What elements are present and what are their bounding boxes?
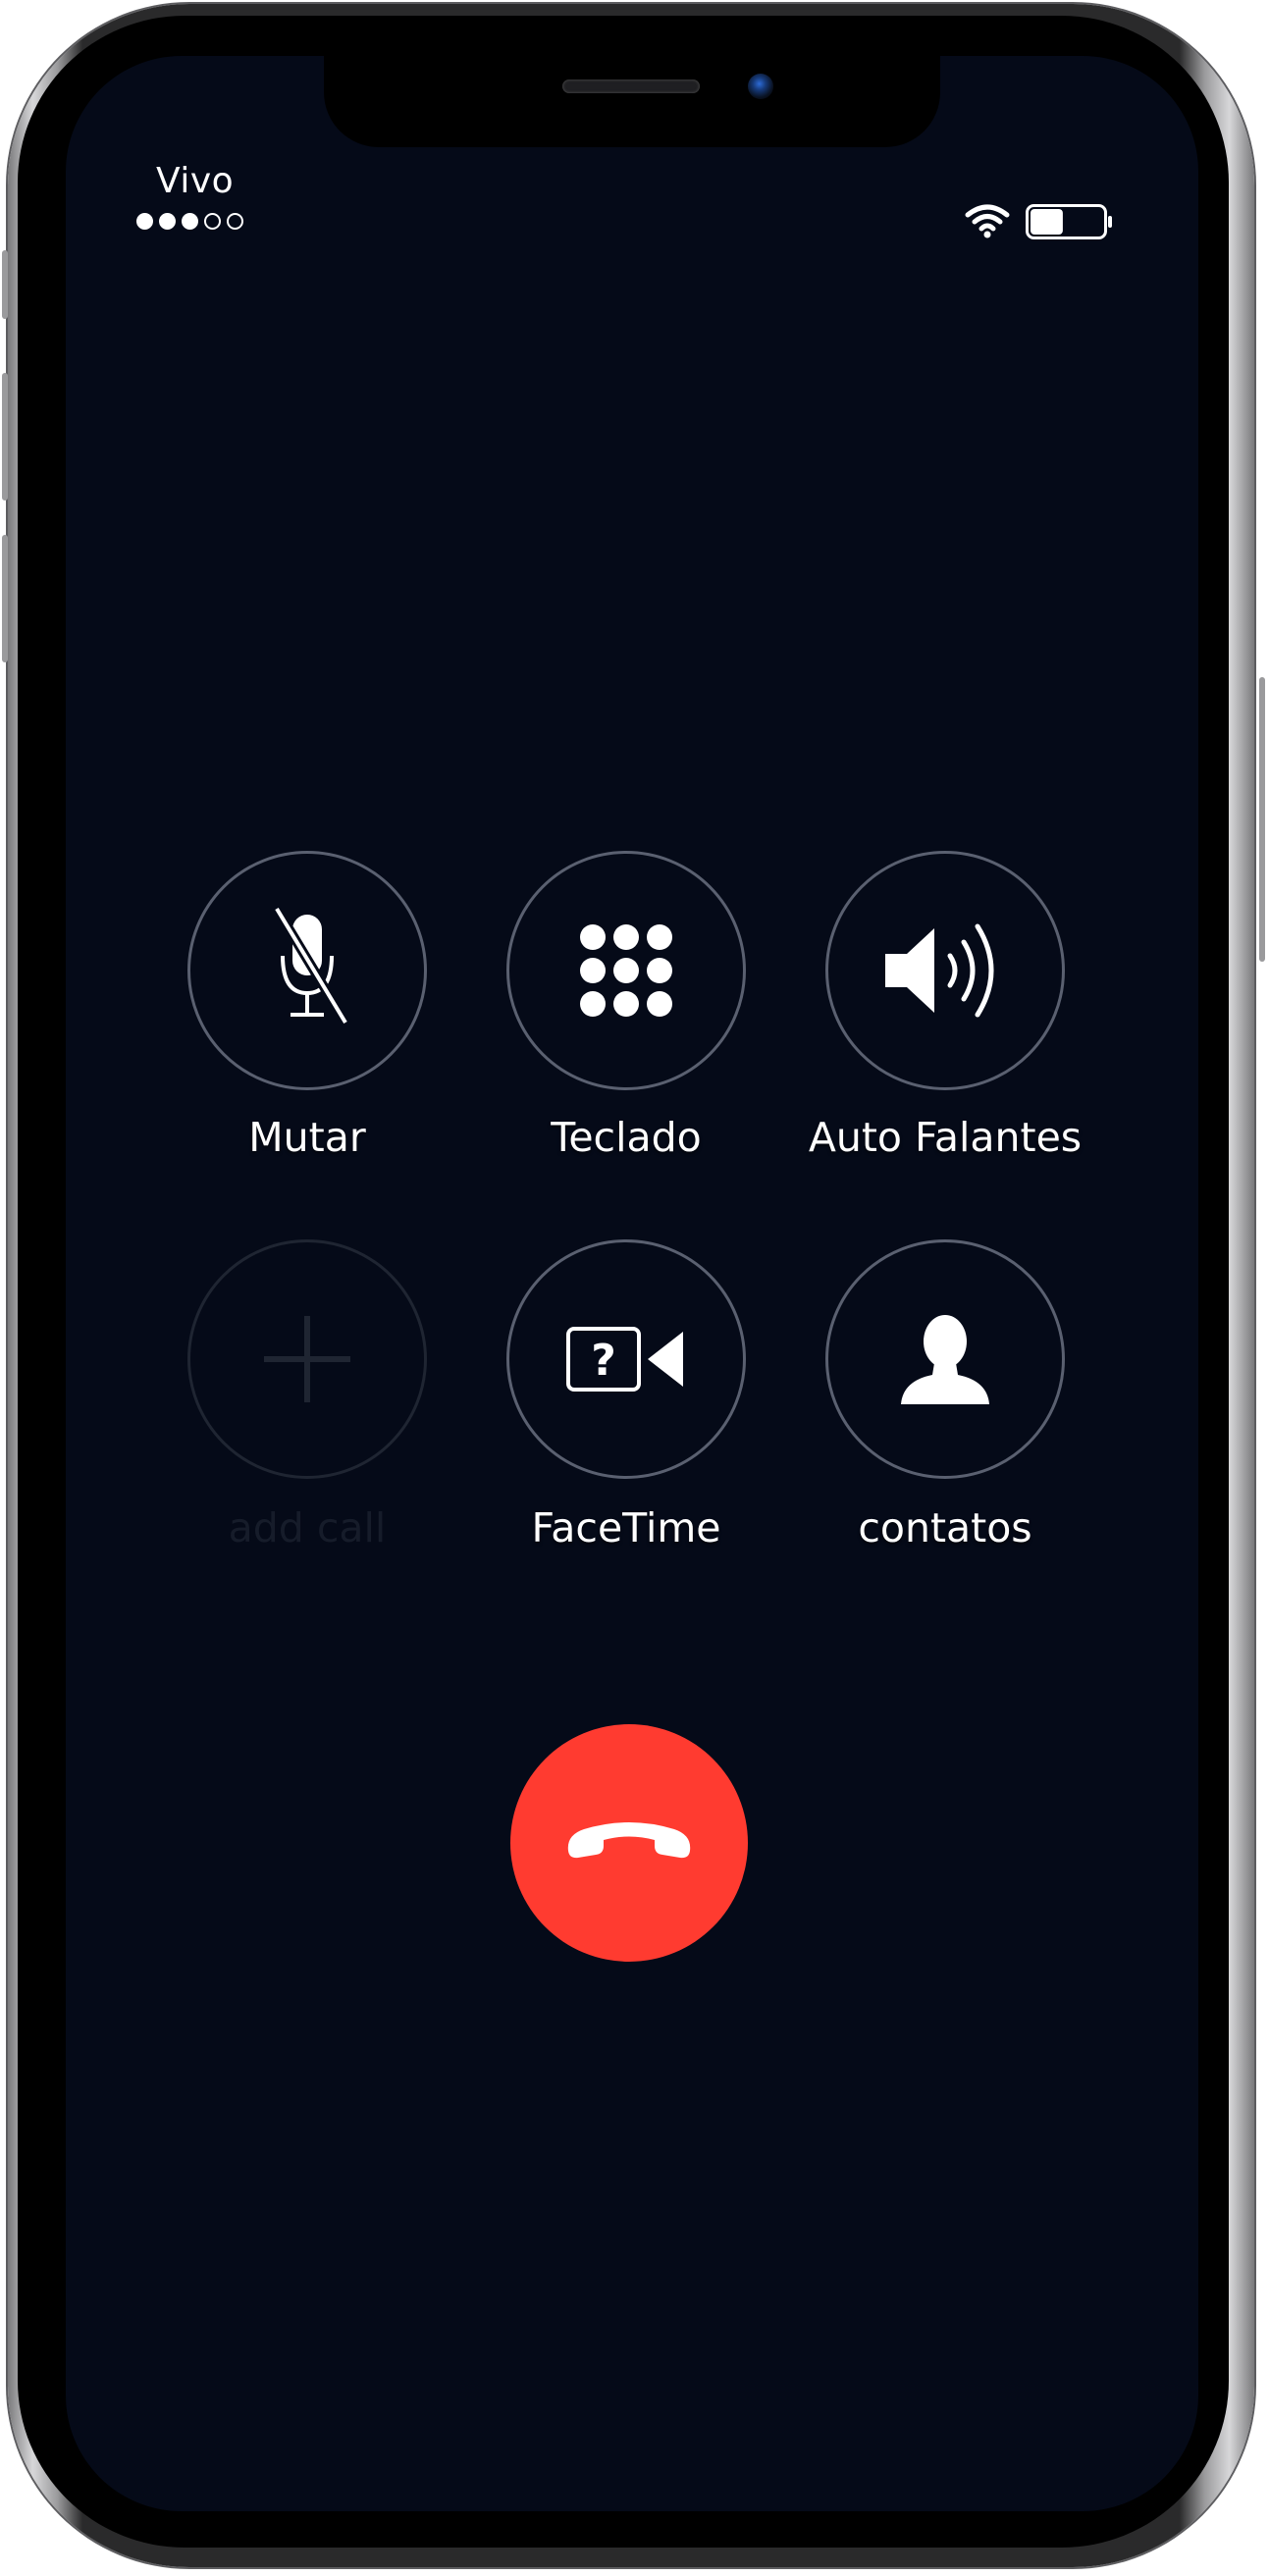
- signal-dot: [159, 213, 176, 230]
- front-camera: [748, 74, 773, 99]
- side-button-right: [1259, 677, 1265, 962]
- contact-person-icon: [901, 1315, 989, 1404]
- add-call-label: add call: [228, 1504, 387, 1551]
- signal-dot: [227, 213, 243, 230]
- notch: [324, 56, 940, 147]
- speaker-button[interactable]: [825, 851, 1065, 1090]
- add-call-button: [187, 1239, 427, 1479]
- mute-label: Mutar: [248, 1114, 366, 1161]
- side-button-left-1: [2, 250, 8, 319]
- signal-dot: [204, 213, 221, 230]
- keypad-label: Teclado: [551, 1114, 702, 1161]
- phone-hangup-icon: [567, 1822, 691, 1859]
- speaker-label: Auto Falantes: [808, 1114, 1083, 1161]
- end-call-button[interactable]: [510, 1724, 748, 1962]
- battery-icon: [1026, 204, 1112, 239]
- svg-text:?: ?: [591, 1336, 616, 1386]
- side-button-left-3: [2, 535, 8, 662]
- facetime-button[interactable]: ?: [506, 1239, 746, 1479]
- contacts-button[interactable]: [825, 1239, 1065, 1479]
- facetime-label: FaceTime: [531, 1504, 721, 1551]
- signal-dot: [136, 213, 153, 230]
- carrier-name: Vivo: [156, 161, 235, 201]
- keypad-icon: [580, 924, 672, 1017]
- contacts-label: contatos: [858, 1504, 1032, 1551]
- plus-icon: [264, 1316, 350, 1402]
- signal-strength-indicator: [136, 213, 243, 230]
- side-button-left-2: [2, 373, 8, 500]
- wifi-icon: [965, 204, 1010, 238]
- keypad-button[interactable]: [506, 851, 746, 1090]
- facetime-unknown-icon: ?: [566, 1327, 683, 1392]
- call-screen: Vivo Mutar Teclado Auto Falantes add cal…: [66, 56, 1198, 2511]
- signal-dot: [182, 213, 198, 230]
- microphone-slash-icon: [272, 907, 350, 1025]
- earpiece-speaker: [562, 79, 700, 93]
- speaker-icon: [885, 923, 994, 1018]
- mute-button[interactable]: [187, 851, 427, 1090]
